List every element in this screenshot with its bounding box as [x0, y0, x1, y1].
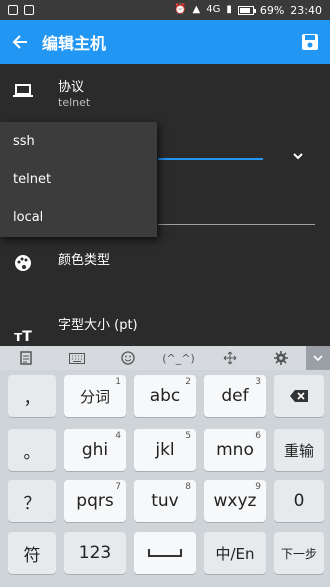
gear-icon[interactable] [255, 346, 306, 370]
image-notification-icon [24, 5, 34, 15]
color-type-label: 颜色类型 [58, 253, 111, 268]
dropdown-option-telnet[interactable]: telnet [0, 160, 157, 198]
font-size-row[interactable]: тT 字型大小 (pt) [0, 310, 330, 346]
page-title: 编辑主机 [42, 34, 107, 53]
field-underline [158, 224, 315, 225]
dropdown-option-local[interactable]: local [0, 198, 157, 236]
backspace-key[interactable] [274, 375, 324, 417]
space-icon [148, 549, 182, 557]
back-arrow-icon[interactable] [0, 20, 40, 64]
protocol-dropdown: ssh telnet local [0, 122, 157, 237]
language-switch-key[interactable]: 中/En [204, 532, 266, 574]
status-bar: ⏰ ▲ 4G ▮ 69% 23:40 [0, 0, 330, 20]
signal-icon: ▮ [226, 4, 232, 15]
clipboard-icon[interactable] [0, 346, 51, 370]
keyboard-toolbar: (^_^) [0, 346, 330, 370]
key-3[interactable]: def 3 [204, 375, 266, 417]
space-key[interactable] [134, 532, 196, 574]
battery-icon [237, 5, 256, 15]
protocol-value: telnet [58, 96, 91, 109]
protocol-label: 协议 [58, 80, 85, 95]
key-8[interactable]: tuv 8 [134, 480, 196, 522]
host-settings-form: 协议 telnet 颜色类型 тT 字型大小 (pt) ssh telnet l… [0, 64, 330, 346]
text-size-icon: тT [14, 329, 32, 345]
collapse-keyboard-icon[interactable] [306, 346, 330, 370]
keyboard-icon[interactable] [51, 346, 102, 370]
chinese-t9-keyboard: ， 分词 1 abc 2 def 3 。 ghi 4 jkl 5 mno 6 重输 ？ pq… [0, 370, 330, 587]
dropdown-option-ssh[interactable]: ssh [0, 122, 157, 160]
save-icon[interactable] [300, 32, 320, 52]
key-7[interactable]: pqrs 7 [64, 480, 126, 522]
field-underline-active [158, 158, 263, 160]
clock: 23:40 [290, 3, 322, 17]
palette-icon [12, 252, 34, 274]
key-comma[interactable]: ， [8, 375, 56, 417]
wifi-icon: ▲ [192, 4, 201, 15]
key-4[interactable]: ghi 4 [64, 429, 126, 471]
backspace-icon [290, 390, 308, 402]
cursor-move-icon[interactable] [204, 346, 255, 370]
network-type: 4G [206, 4, 221, 15]
battery-percent: 69% [259, 3, 285, 17]
key-0[interactable]: 0 [274, 480, 324, 522]
emoticon-button[interactable]: (^_^) [153, 346, 204, 370]
emoji-icon[interactable] [102, 346, 153, 370]
key-6[interactable]: mno 6 [204, 429, 266, 471]
key-1[interactable]: 分词 1 [64, 375, 126, 417]
symbols-key[interactable]: 符 [8, 532, 56, 574]
key-2[interactable]: abc 2 [134, 375, 196, 417]
color-type-row[interactable]: 颜色类型 [0, 246, 330, 276]
chevron-down-icon[interactable] [292, 150, 304, 162]
alarm-icon: ⏰ [174, 4, 187, 15]
font-size-label: 字型大小 (pt) [58, 318, 138, 333]
notification-icon [8, 5, 18, 15]
numbers-key[interactable]: 123 [64, 532, 126, 574]
key-period[interactable]: 。 [8, 429, 56, 471]
laptop-icon [12, 80, 34, 102]
next-key[interactable]: 下一步 [274, 532, 324, 574]
key-9[interactable]: wxyz 9 [204, 480, 266, 522]
reset-key[interactable]: 重输 [274, 429, 324, 471]
protocol-row[interactable]: 协议 telnet [0, 74, 330, 118]
app-toolbar: 编辑主机 [0, 20, 330, 64]
key-5[interactable]: jkl 5 [134, 429, 196, 471]
key-question[interactable]: ？ [8, 480, 56, 522]
